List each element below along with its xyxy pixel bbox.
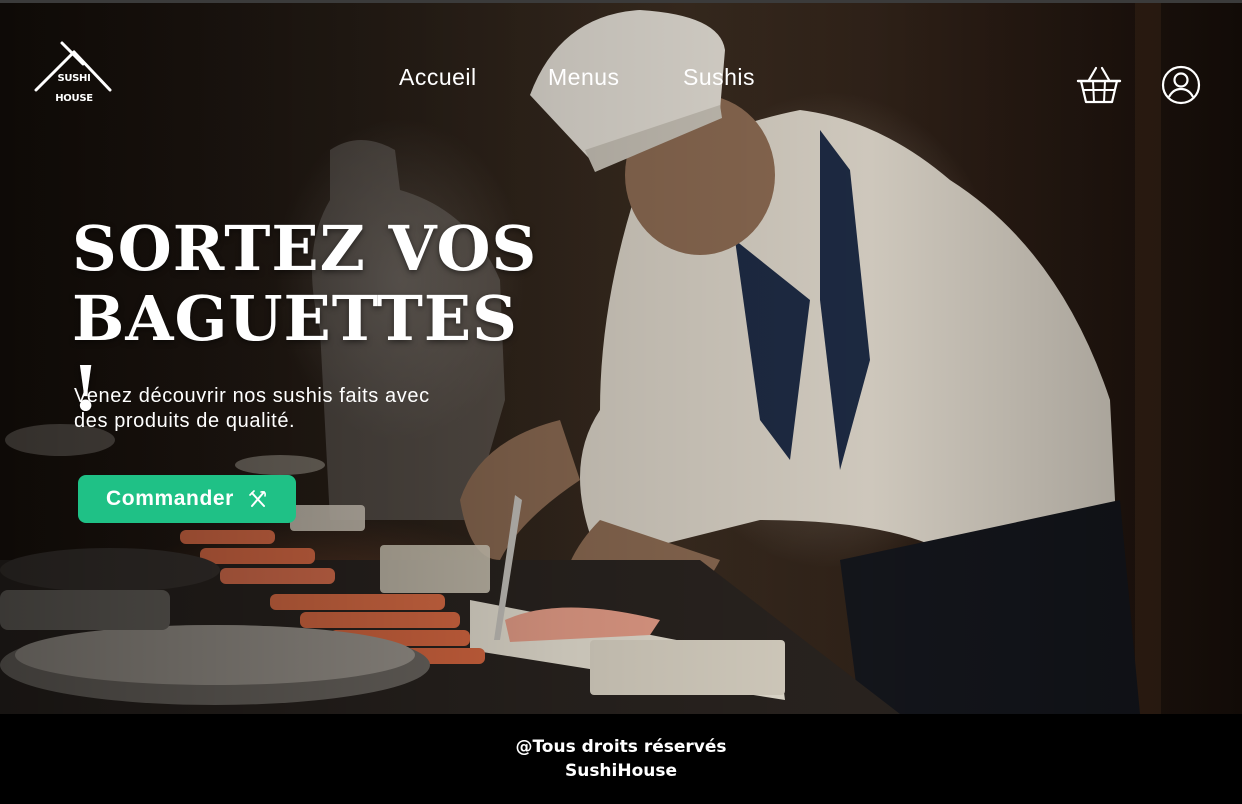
hero-subtitle: Venez découvrir nos sushis faits avec de…: [74, 384, 494, 434]
nav-link-accueil[interactable]: Accueil: [399, 64, 477, 91]
site-footer: @Tous droits réservés SushiHouse: [0, 714, 1242, 804]
hero-subtitle-line-1: Venez découvrir nos sushis faits avec: [74, 385, 430, 407]
hero-subtitle-line-2: des produits de qualité.: [74, 410, 296, 432]
nav-link-menus[interactable]: Menus: [548, 64, 620, 91]
nav-link-sushis[interactable]: Sushis: [683, 64, 755, 91]
utensils-icon: [249, 490, 266, 507]
footer-copyright: @Tous droits réservés: [515, 737, 727, 757]
hero-title-line-1: SORTEZ VOS: [72, 212, 538, 285]
cart-button[interactable]: [1076, 64, 1122, 108]
footer-brand: SushiHouse: [564, 761, 678, 781]
order-button[interactable]: Commander: [78, 475, 296, 523]
user-icon: [1161, 65, 1201, 105]
order-button-label: Commander: [106, 487, 234, 510]
account-button[interactable]: [1160, 64, 1204, 108]
basket-icon: [1076, 66, 1122, 104]
main-nav: Accueil Menus Sushis: [0, 64, 1242, 96]
top-border: [0, 0, 1242, 3]
